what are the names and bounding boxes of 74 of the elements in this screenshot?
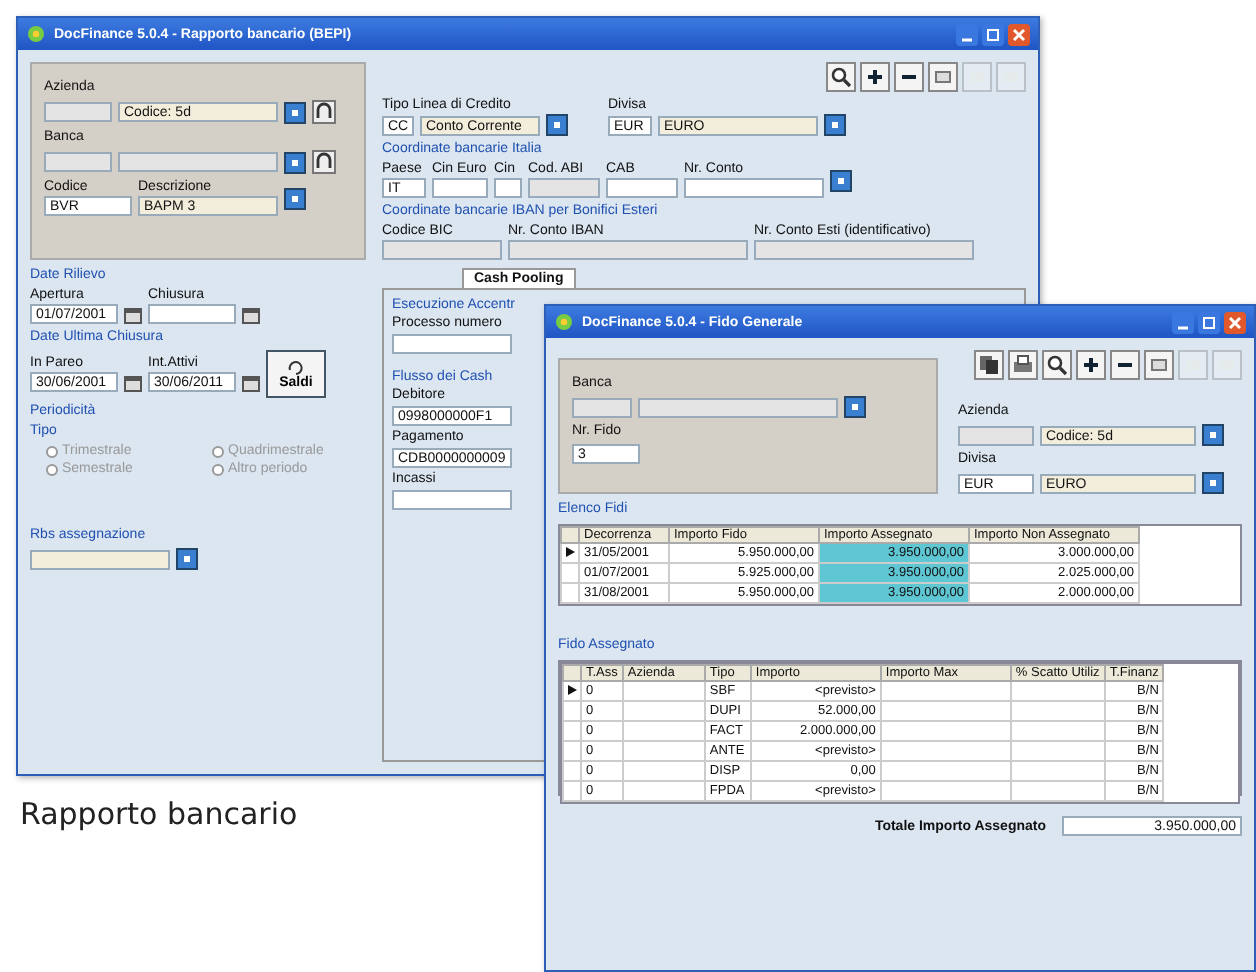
calendar-icon[interactable]: [242, 373, 260, 391]
lookup-button[interactable]: [284, 101, 306, 123]
table-cell: [1010, 741, 1105, 761]
table-cell: [880, 721, 1011, 741]
input-field[interactable]: [44, 102, 112, 122]
table-cell: [1010, 681, 1105, 701]
input-field[interactable]: [528, 178, 600, 198]
maximize-icon[interactable]: [982, 23, 1004, 45]
lookup-button[interactable]: [1202, 472, 1224, 494]
lookup-button[interactable]: [284, 151, 306, 173]
lookup-button[interactable]: [1202, 424, 1224, 446]
lookup-button[interactable]: [546, 114, 568, 136]
close-icon[interactable]: [1224, 311, 1246, 333]
table-cell: [622, 741, 705, 761]
calendar-icon[interactable]: [242, 305, 260, 323]
table-cell: [880, 761, 1011, 781]
table-cell: [880, 781, 1011, 801]
search-icon[interactable]: [826, 62, 856, 92]
row-selector[interactable]: [563, 681, 581, 701]
input-field[interactable]: [392, 334, 512, 354]
input-field[interactable]: [754, 240, 974, 260]
row-pointer-icon: [564, 545, 576, 557]
lookup-button[interactable]: [830, 169, 852, 191]
minimize-icon[interactable]: [956, 23, 978, 45]
table-cell: [1010, 781, 1105, 801]
form-icon[interactable]: [1144, 350, 1174, 380]
input-field[interactable]: [30, 549, 170, 569]
row-pointer-icon: [566, 683, 578, 695]
table-cell: [622, 721, 705, 741]
input-field[interactable]: [392, 490, 512, 510]
close-icon[interactable]: [1008, 23, 1030, 45]
search-icon[interactable]: [1042, 350, 1072, 380]
input-field[interactable]: [638, 397, 838, 417]
table-cell: [622, 681, 705, 701]
plus-icon[interactable]: [1076, 350, 1106, 380]
copy-icon[interactable]: [974, 350, 1004, 380]
calendar-icon[interactable]: [124, 373, 142, 391]
table-cell: [880, 741, 1011, 761]
input-field[interactable]: [684, 178, 824, 198]
input-field[interactable]: [508, 240, 748, 260]
table-cell: [622, 781, 705, 801]
printer-icon[interactable]: [1008, 350, 1038, 380]
input-field[interactable]: [382, 240, 502, 260]
table-cell: [1010, 721, 1105, 741]
caption: Rapporto bancario: [20, 796, 298, 832]
lookup-button[interactable]: [284, 187, 306, 209]
input-field[interactable]: [118, 152, 278, 172]
table-cell: [622, 761, 705, 781]
table-cell: [880, 701, 1011, 721]
table-cell: [1010, 701, 1105, 721]
form-icon[interactable]: [928, 62, 958, 92]
table-cell: [1010, 761, 1105, 781]
calendar-icon[interactable]: [124, 305, 142, 323]
minus-icon[interactable]: [1110, 350, 1140, 380]
maximize-icon[interactable]: [1198, 311, 1220, 333]
input-field[interactable]: [44, 152, 112, 172]
input-field[interactable]: [958, 425, 1034, 445]
row-selector[interactable]: [561, 543, 579, 563]
refresh-icon: [286, 359, 306, 375]
lookup-button[interactable]: [824, 114, 846, 136]
minimize-icon[interactable]: [1172, 311, 1194, 333]
lookup-button[interactable]: [176, 548, 198, 570]
plus-icon[interactable]: [860, 62, 890, 92]
table-cell: [622, 701, 705, 721]
app-icon: [554, 312, 574, 332]
app-icon: [26, 24, 46, 44]
input-field[interactable]: [432, 178, 488, 198]
input-field[interactable]: [606, 178, 678, 198]
lookup-button[interactable]: [844, 396, 866, 418]
input-field[interactable]: [494, 178, 522, 198]
input-field[interactable]: [148, 304, 236, 324]
input-field[interactable]: [572, 397, 632, 417]
table-cell: [880, 681, 1011, 701]
minus-icon[interactable]: [894, 62, 924, 92]
